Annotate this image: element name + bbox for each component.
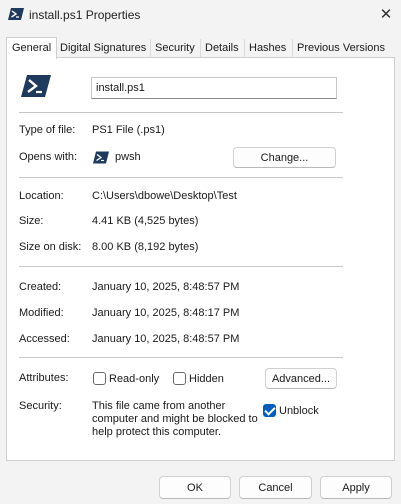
- location-value: C:\Users\dbowe\Desktop\Test: [92, 190, 237, 202]
- tab-security[interactable]: Security: [150, 39, 199, 58]
- accessed-label: Accessed:: [19, 333, 70, 345]
- tab-general[interactable]: General: [6, 37, 58, 59]
- close-button[interactable]: ✕: [371, 0, 401, 28]
- title-bar: install.ps1 Properties ✕: [0, 0, 401, 30]
- change-button[interactable]: Change...: [233, 147, 336, 168]
- hidden-checkbox[interactable]: [173, 372, 186, 385]
- security-warning-line-1: This file came from another: [92, 400, 226, 412]
- tab-strip: General Digital Signatures Security Deta…: [6, 37, 395, 59]
- tab-details[interactable]: Details: [200, 39, 243, 58]
- modified-label: Modified:: [19, 307, 64, 319]
- divider: [19, 112, 343, 113]
- opens-with-label: Opens with:: [19, 151, 78, 163]
- apply-button[interactable]: Apply: [320, 476, 392, 499]
- size-label: Size:: [19, 215, 44, 227]
- cancel-button[interactable]: Cancel: [239, 476, 312, 499]
- divider: [19, 357, 343, 358]
- type-of-file-label: Type of file:: [19, 124, 76, 136]
- hidden-label: Hidden: [189, 373, 224, 385]
- security-warning-line-2: computer and might be blocked to: [92, 413, 258, 425]
- powershell-icon: [8, 8, 24, 20]
- close-icon: ✕: [379, 6, 393, 23]
- security-warning-line-3: help protect this computer.: [92, 426, 222, 438]
- general-panel: Type of file: PS1 File (.ps1) Opens with…: [6, 57, 395, 461]
- ok-button[interactable]: OK: [159, 476, 231, 499]
- type-of-file-value: PS1 File (.ps1): [92, 124, 165, 136]
- divider: [19, 177, 343, 178]
- powershell-file-icon: [21, 75, 51, 97]
- tab-previous-versions[interactable]: Previous Versions: [292, 39, 389, 58]
- security-label: Security:: [19, 400, 62, 412]
- advanced-button[interactable]: Advanced...: [265, 368, 337, 389]
- file-name-input[interactable]: [91, 77, 337, 99]
- location-label: Location:: [19, 190, 64, 202]
- pwsh-icon: [93, 151, 109, 164]
- tab-hashes[interactable]: Hashes: [244, 39, 290, 58]
- size-on-disk-value: 8.00 KB (8,192 bytes): [92, 241, 199, 253]
- window-title: install.ps1 Properties: [29, 8, 141, 22]
- created-label: Created:: [19, 281, 62, 293]
- readonly-label: Read-only: [109, 373, 160, 385]
- size-on-disk-label: Size on disk:: [19, 241, 82, 253]
- opens-with-value: pwsh: [115, 151, 141, 163]
- attributes-label: Attributes:: [19, 372, 69, 384]
- size-value: 4.41 KB (4,525 bytes): [92, 215, 199, 227]
- divider: [19, 266, 343, 267]
- created-value: January 10, 2025, 8:48:57 PM: [92, 281, 240, 293]
- unblock-checkbox[interactable]: [263, 404, 276, 417]
- modified-value: January 10, 2025, 8:48:17 PM: [92, 307, 240, 319]
- unblock-label: Unblock: [279, 405, 319, 417]
- tab-digital-signatures[interactable]: Digital Signatures: [56, 39, 150, 58]
- accessed-value: January 10, 2025, 8:48:57 PM: [92, 333, 240, 345]
- readonly-checkbox[interactable]: [93, 372, 106, 385]
